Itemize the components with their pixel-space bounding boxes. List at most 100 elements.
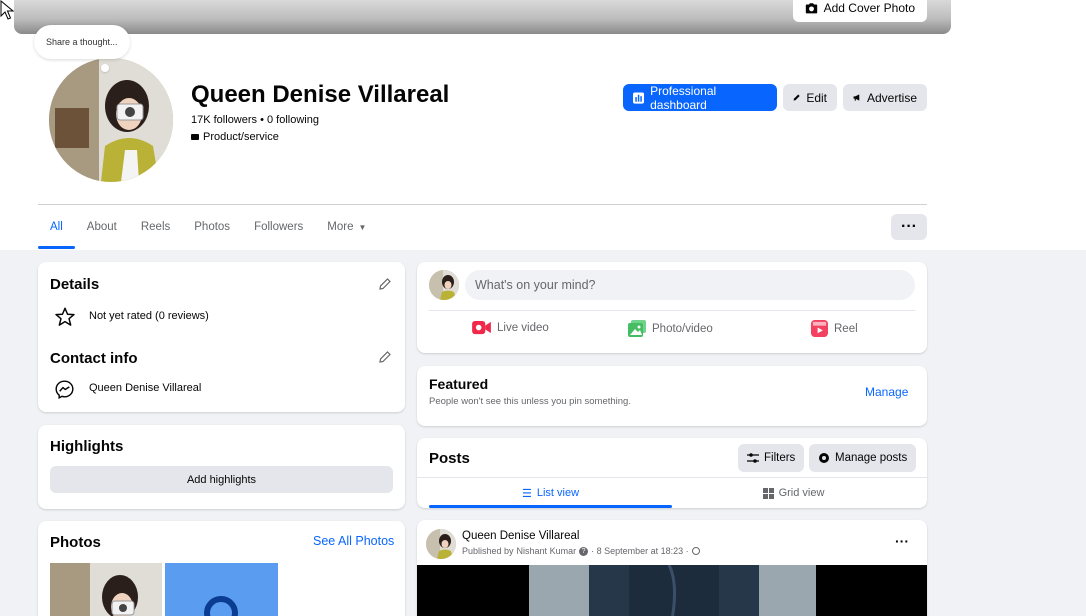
- live-video-label: Live video: [497, 321, 549, 334]
- contact-name[interactable]: Queen Denise Villareal: [89, 382, 201, 394]
- photo-video-button[interactable]: Photo/video: [628, 320, 713, 337]
- more-options-button[interactable]: ···: [891, 214, 927, 240]
- megaphone-icon: [853, 94, 860, 101]
- list-view-indicator: [429, 505, 672, 508]
- tab-followers-label: Followers: [254, 221, 304, 233]
- tab-followers[interactable]: Followers: [242, 205, 315, 249]
- mouse-cursor-icon: [0, 0, 14, 20]
- dashboard-label: Professional dashboard: [650, 83, 717, 112]
- briefcase-icon: [191, 134, 199, 140]
- camera-icon: [805, 2, 817, 13]
- posts-card: Posts Filters Manage posts ☰ List view G…: [417, 438, 927, 508]
- post-media[interactable]: [417, 565, 927, 616]
- dashboard-icon: [633, 91, 645, 104]
- profile-tabs: All About Reels Photos Followers More ▼: [38, 205, 378, 249]
- featured-subtitle: People won't see this unless you pin som…: [429, 396, 631, 407]
- photo-video-icon: [628, 320, 646, 337]
- featured-card: Featured People won't see this unless yo…: [417, 366, 927, 426]
- gear-icon: [819, 453, 829, 463]
- profile-avatar[interactable]: [46, 55, 176, 185]
- photo-video-label: Photo/video: [652, 322, 713, 335]
- page-title: Queen Denise Villareal: [191, 81, 450, 108]
- post-date[interactable]: · 8 September at 18:23 ·: [591, 546, 689, 556]
- filters-icon: [747, 453, 759, 463]
- photo-placeholder-thumbnail[interactable]: [165, 563, 278, 616]
- filters-label: Filters: [764, 452, 796, 464]
- live-video-button[interactable]: Live video: [472, 320, 549, 335]
- composer-card: What's on your mind? Live video Photo/vi…: [417, 262, 927, 353]
- category-label: Product/service: [203, 131, 279, 143]
- help-icon: ?: [579, 546, 589, 556]
- grid-icon: [762, 487, 774, 499]
- featured-title: Featured: [429, 376, 489, 392]
- edit-contact-pencil-icon[interactable]: [378, 350, 392, 364]
- live-video-icon: [472, 320, 491, 335]
- grid-view-label: Grid view: [778, 487, 825, 499]
- ellipsis-icon: ···: [901, 218, 917, 235]
- post-card: Queen Denise Villareal Published by Nish…: [417, 520, 927, 616]
- followers-count[interactable]: 17K followers • 0 following: [191, 114, 319, 126]
- star-icon: [55, 307, 75, 326]
- post-author-name[interactable]: Queen Denise Villareal: [462, 530, 579, 542]
- rating-text: Not yet rated (0 reviews): [89, 310, 209, 322]
- tab-reels[interactable]: Reels: [129, 205, 182, 249]
- pencil-icon: [793, 94, 800, 101]
- posts-title: Posts: [429, 450, 470, 467]
- add-cover-photo-button[interactable]: Add Cover Photo: [792, 0, 927, 22]
- advertise-button[interactable]: Advertise: [843, 84, 927, 111]
- highlights-card: Highlights Add highlights: [38, 425, 405, 509]
- page-category: Product/service: [191, 131, 279, 143]
- status-placeholder: What's on your mind?: [475, 278, 596, 292]
- edit-details-pencil-icon[interactable]: [378, 277, 392, 291]
- reel-button[interactable]: Reel: [811, 320, 858, 337]
- composer-divider: [429, 310, 915, 311]
- manage-posts-label: Manage posts: [835, 452, 908, 464]
- status-input[interactable]: What's on your mind?: [465, 270, 915, 300]
- add-highlights-label: Add highlights: [186, 473, 257, 486]
- reel-icon: [811, 320, 828, 337]
- photos-title: Photos: [50, 534, 101, 551]
- tab-more[interactable]: More ▼: [315, 205, 378, 249]
- avatar-image: [49, 58, 173, 182]
- publisher-name[interactable]: Nishant Kumar: [517, 546, 577, 556]
- post-media-image: [529, 565, 816, 616]
- tab-photos[interactable]: Photos: [182, 205, 242, 249]
- photo-thumbnail[interactable]: [50, 563, 162, 616]
- photos-card: Photos See All Photos: [38, 521, 405, 616]
- filters-button[interactable]: Filters: [738, 444, 805, 472]
- globe-icon: [691, 547, 700, 555]
- details-title: Details: [50, 276, 100, 293]
- tab-reels-label: Reels: [140, 221, 171, 233]
- see-all-photos-link[interactable]: See All Photos: [313, 534, 394, 548]
- manage-posts-button[interactable]: Manage posts: [809, 444, 917, 472]
- share-thought-bubble[interactable]: Share a thought...: [34, 25, 130, 59]
- manage-featured-link[interactable]: Manage: [865, 385, 908, 399]
- professional-dashboard-button[interactable]: Professional dashboard: [623, 83, 777, 112]
- tab-about[interactable]: About: [75, 205, 129, 249]
- contact-info-title: Contact info: [50, 350, 138, 367]
- messenger-icon: [55, 380, 74, 399]
- post-options-icon[interactable]: ···: [895, 533, 909, 549]
- composer-avatar[interactable]: [429, 270, 459, 300]
- list-view-label: List view: [536, 487, 580, 499]
- details-card: Details Not yet rated (0 reviews) Contac…: [38, 262, 405, 412]
- post-author-avatar[interactable]: [426, 529, 456, 559]
- tab-grid-view[interactable]: Grid view: [672, 478, 915, 508]
- highlights-title: Highlights: [50, 438, 124, 455]
- list-icon: ☰: [521, 487, 532, 500]
- share-thought-label: Share a thought...: [46, 37, 118, 47]
- reel-label: Reel: [834, 322, 858, 335]
- tab-all[interactable]: All: [38, 205, 75, 249]
- tab-list-view[interactable]: ☰ List view: [429, 478, 672, 508]
- thought-bubble-tail: [101, 64, 109, 72]
- tab-more-label: More: [327, 221, 354, 233]
- add-cover-label: Add Cover Photo: [823, 1, 915, 15]
- advertise-label: Advertise: [866, 90, 917, 105]
- tab-all-label: All: [50, 221, 63, 233]
- edit-button[interactable]: Edit: [783, 84, 837, 111]
- tab-photos-label: Photos: [194, 221, 231, 233]
- add-highlights-button[interactable]: Add highlights: [50, 466, 393, 493]
- cover-photo: Add Cover Photo: [14, 0, 951, 34]
- caret-down-icon: ▼: [358, 222, 367, 232]
- edit-label: Edit: [806, 90, 827, 105]
